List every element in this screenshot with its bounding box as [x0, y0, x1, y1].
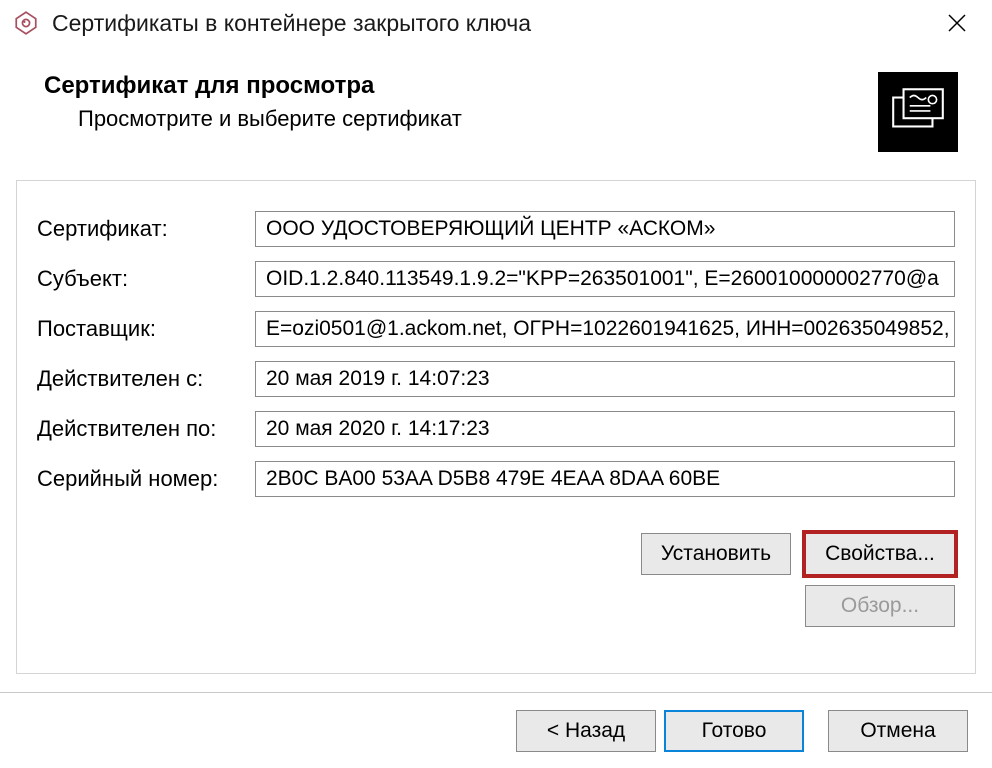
- install-button[interactable]: Установить: [641, 533, 791, 575]
- page-subtitle: Просмотрите и выберите сертификат: [44, 106, 462, 132]
- label-issuer: Поставщик:: [37, 316, 255, 342]
- finish-button[interactable]: Готово: [664, 710, 804, 752]
- field-subject: Субъект: OID.1.2.840.113549.1.9.2="KPP=2…: [37, 261, 955, 297]
- value-issuer: E=ozi0501@1.ackom.net, ОГРН=102260194162…: [255, 311, 955, 347]
- window-title: Сертификаты в контейнере закрытого ключа: [52, 10, 934, 37]
- browse-button[interactable]: Обзор...: [805, 585, 955, 627]
- page-title: Сертификат для просмотра: [44, 72, 462, 100]
- footer: < Назад Готово Отмена: [0, 692, 992, 768]
- label-valid-from: Действителен с:: [37, 366, 255, 392]
- value-valid-from: 20 мая 2019 г. 14:07:23: [255, 361, 955, 397]
- certificate-icon: [878, 72, 958, 152]
- properties-button[interactable]: Свойства...: [805, 533, 955, 575]
- browse-row: Обзор...: [37, 585, 955, 627]
- header-text: Сертификат для просмотра Просмотрите и в…: [44, 72, 462, 132]
- label-serial: Серийный номер:: [37, 466, 255, 492]
- field-serial: Серийный номер: 2B0C BA00 53AA D5B8 479E…: [37, 461, 955, 497]
- value-serial: 2B0C BA00 53AA D5B8 479E 4EAA 8DAA 60BE: [255, 461, 955, 497]
- value-subject: OID.1.2.840.113549.1.9.2="KPP=263501001"…: [255, 261, 955, 297]
- label-valid-to: Действителен по:: [37, 416, 255, 442]
- app-icon: [12, 9, 40, 37]
- field-certificate: Сертификат: ООО УДОСТОВЕРЯЮЩИЙ ЦЕНТР «АС…: [37, 211, 955, 247]
- value-valid-to: 20 мая 2020 г. 14:17:23: [255, 411, 955, 447]
- titlebar: Сертификаты в контейнере закрытого ключа: [0, 0, 992, 46]
- field-valid-to: Действителен по: 20 мая 2020 г. 14:17:23: [37, 411, 955, 447]
- field-issuer: Поставщик: E=ozi0501@1.ackom.net, ОГРН=1…: [37, 311, 955, 347]
- field-valid-from: Действителен с: 20 мая 2019 г. 14:07:23: [37, 361, 955, 397]
- back-button[interactable]: < Назад: [516, 710, 656, 752]
- action-row: Установить Свойства...: [37, 533, 955, 575]
- close-button[interactable]: [934, 0, 980, 46]
- close-icon: [947, 13, 967, 33]
- cancel-button[interactable]: Отмена: [828, 710, 968, 752]
- value-certificate: ООО УДОСТОВЕРЯЮЩИЙ ЦЕНТР «АСКОМ»: [255, 211, 955, 247]
- label-certificate: Сертификат:: [37, 216, 255, 242]
- header-section: Сертификат для просмотра Просмотрите и в…: [0, 46, 992, 180]
- label-subject: Субъект:: [37, 266, 255, 292]
- dialog-window: Сертификаты в контейнере закрытого ключа…: [0, 0, 992, 768]
- content-frame: Сертификат: ООО УДОСТОВЕРЯЮЩИЙ ЦЕНТР «АС…: [16, 180, 976, 674]
